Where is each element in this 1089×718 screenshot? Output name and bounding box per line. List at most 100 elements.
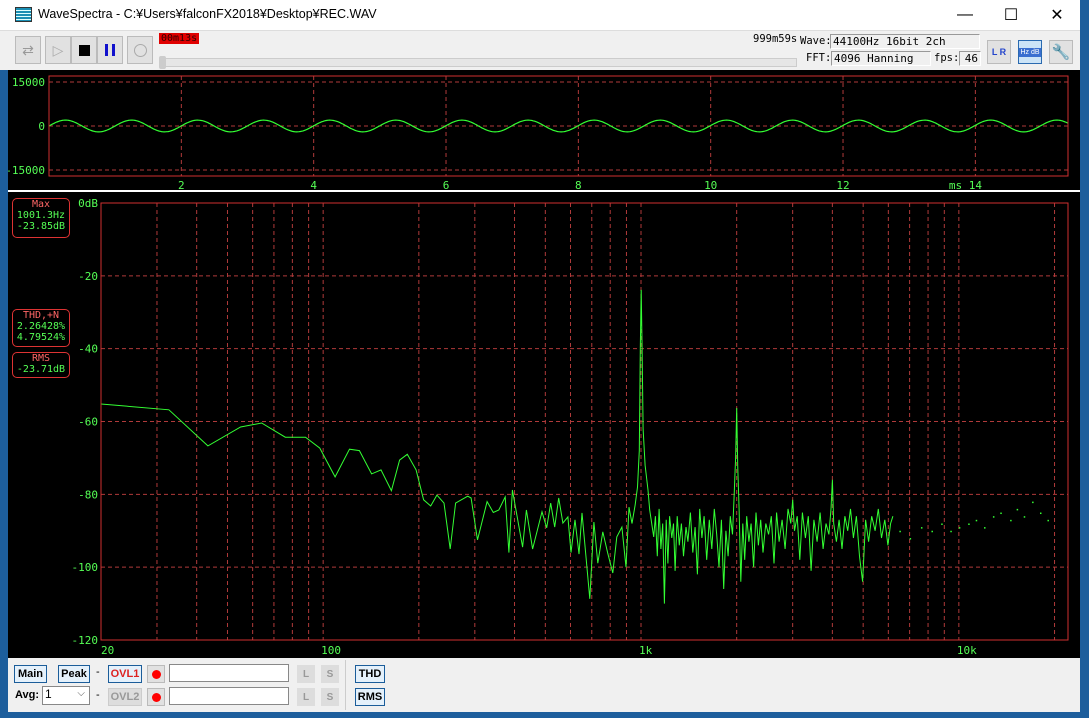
spectrum-dot [950, 530, 952, 533]
seek-thumb[interactable] [159, 56, 166, 69]
spectrum-dot [1032, 501, 1034, 504]
waveform-chart: 15000 0 -15000 2 4 6 8 10 12 14 ms [5, 75, 1069, 192]
ovl2-save-button[interactable]: S [321, 688, 339, 706]
ovl1-load-button[interactable]: L [297, 665, 315, 683]
spectrum-dot [899, 530, 901, 533]
y-tick-label: -120 [72, 634, 99, 647]
thd-button[interactable]: THD [355, 665, 385, 683]
lr-icon: L R [991, 47, 1007, 57]
spectrum-dot [920, 527, 923, 529]
spectrum-dot [992, 516, 995, 518]
record-button[interactable] [127, 36, 153, 64]
peak-button[interactable]: Peak [58, 665, 90, 683]
rms-title: RMS [31, 353, 51, 364]
x-tick-label: 100 [321, 644, 341, 657]
window-title: WaveSpectra - C:¥Users¥falconFX2018¥Desk… [38, 7, 377, 21]
y-tick-label: -40 [78, 343, 98, 356]
ovl2-record-button[interactable] [147, 688, 165, 706]
y-tick-label: 0 [38, 120, 45, 133]
ruler-icon: Hz dB [1019, 47, 1041, 57]
seek-slider[interactable] [160, 58, 797, 67]
y-tick-label: 15000 [12, 76, 45, 89]
spectrum-dot [1023, 516, 1026, 518]
x-tick-label: 12 [836, 179, 849, 190]
waveform-trace [48, 119, 1069, 133]
fft-label: FFT: [806, 52, 832, 64]
avg-label: Avg: [15, 689, 40, 701]
spectrum-dot [941, 523, 943, 525]
x-tick-label: 1k [639, 644, 653, 657]
ovl2-name-field[interactable] [169, 687, 289, 705]
max-title: Max [31, 199, 51, 210]
ovl2-button[interactable]: OVL2 [108, 688, 142, 706]
max-readout: Max 1001.3Hz -23.85dB [12, 198, 70, 238]
spectrum-dot [931, 530, 933, 533]
chevron-down-icon: ⌵ [77, 688, 85, 699]
pause-button[interactable] [97, 36, 123, 64]
main-button[interactable]: Main [14, 665, 47, 683]
maximize-button[interactable]: ☐ [988, 0, 1034, 30]
stop-button[interactable] [71, 36, 97, 64]
spectrum-dot [1047, 519, 1049, 522]
ovl2-load-button[interactable]: L [297, 688, 315, 706]
record-icon [133, 43, 147, 57]
rms-level: -23.71dB [16, 364, 66, 375]
dash: - [96, 689, 100, 701]
ovl1-save-button[interactable]: S [321, 665, 339, 683]
y-tick-label: -80 [78, 488, 98, 501]
spectrum-dot [975, 519, 978, 522]
settings-button[interactable]: 🔧 [1049, 40, 1073, 64]
x-tick-label: 10k [957, 644, 977, 657]
x-tick-label: 10 [704, 179, 717, 190]
fft-field[interactable]: 4096 Hanning [831, 51, 931, 66]
x-tick-label: 8 [575, 179, 582, 190]
spectrum-chart: 0dB -20 -40 -60 -80 -100 -12020 100 1k 10k [72, 197, 1069, 657]
play-button[interactable]: ▷ [45, 36, 71, 64]
elapsed-time: 00m13s [159, 33, 200, 44]
x-tick-label: 20 [101, 644, 114, 657]
title-bar: WaveSpectra - C:¥Users¥falconFX2018¥Desk… [0, 0, 1080, 30]
x-tick-label: 2 [178, 179, 185, 190]
thd-readout: THD,+N 2.26428% 4.79524% [12, 309, 70, 347]
y-tick-label: -100 [72, 561, 99, 574]
minimize-button[interactable]: — [942, 0, 988, 30]
open-file-icon: ⇄ [22, 41, 34, 58]
avg-value: 1 [45, 687, 52, 701]
spectrum-dot [1000, 512, 1002, 515]
max-level: -23.85dB [16, 221, 66, 232]
waveform-panel: 15000 0 -15000 2 4 6 8 10 12 14 ms [5, 70, 1080, 192]
max-frequency: 1001.3Hz [16, 210, 66, 221]
avg-select[interactable]: 1 ⌵ [42, 686, 90, 705]
ovl1-name-field[interactable] [169, 664, 289, 682]
divider [345, 660, 346, 710]
rms-button[interactable]: RMS [355, 688, 385, 706]
channel-lr-button[interactable]: L R [987, 40, 1011, 64]
wave-label: Wave: [800, 35, 832, 47]
y-tick-label: -60 [78, 416, 98, 429]
open-file-button[interactable]: ⇄ [15, 36, 41, 64]
x-tick-label: 6 [443, 179, 450, 190]
thd-title: THD,+N [22, 310, 60, 321]
play-icon: ▷ [52, 41, 64, 58]
x-tick-label: 14 [969, 179, 983, 190]
spectrum-trace [100, 289, 894, 604]
spectrum-dot [968, 523, 970, 525]
app-icon [15, 7, 32, 22]
spectrum-dot [984, 527, 986, 529]
rms-readout: RMS -23.71dB [12, 352, 70, 378]
thdn-value: 4.79524% [16, 332, 66, 343]
fps-field: 46 [959, 51, 981, 66]
scale-hz-db-button[interactable]: Hz dB [1018, 40, 1042, 64]
wrench-icon: 🔧 [1051, 44, 1071, 61]
ovl1-record-button[interactable] [147, 665, 165, 683]
record-dot-icon [151, 692, 161, 702]
stop-icon [78, 44, 90, 56]
dash: - [96, 666, 100, 678]
y-tick-label: -15000 [8, 164, 45, 177]
spectrum-dot [1010, 519, 1012, 522]
fps-label: fps: [934, 52, 960, 64]
spectrum-dot [1039, 512, 1042, 515]
plot-frame [48, 75, 1069, 177]
ovl1-button[interactable]: OVL1 [108, 665, 142, 683]
close-button[interactable]: ✕ [1034, 0, 1080, 30]
